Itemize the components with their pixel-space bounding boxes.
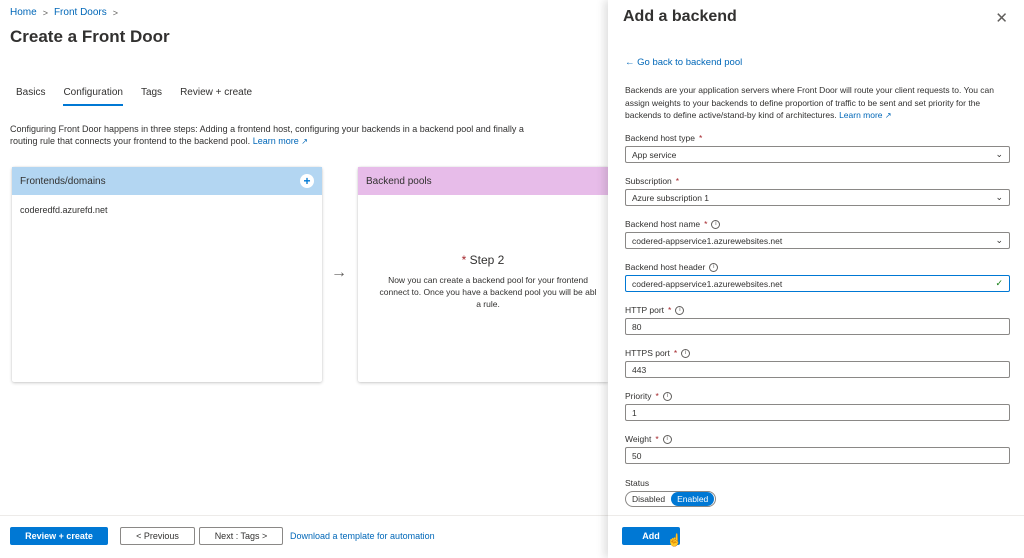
panel-learn-more-link[interactable]: Learn more xyxy=(839,110,882,120)
subscription-select[interactable]: Azure subscription 1 ⌄ xyxy=(625,189,1010,206)
status-enabled-option[interactable]: Enabled xyxy=(671,492,715,506)
page-title: Create a Front Door xyxy=(10,27,170,46)
create-front-door-page: Home > Front Doors > Create a Front Door… xyxy=(0,0,608,558)
backend-pools-header: Backend pools xyxy=(358,167,608,195)
host-name-label: Backend host name * i xyxy=(625,219,721,229)
tab-basics[interactable]: Basics xyxy=(16,87,45,106)
tab-configuration[interactable]: Configuration xyxy=(63,87,123,106)
frontends-card: Frontends/domains + coderedfd.azurefd.ne… xyxy=(12,167,322,382)
step-2-description: Now you can create a backend pool for yo… xyxy=(368,274,608,310)
select-value: codered-appservice1.azurewebsites.net xyxy=(632,235,783,246)
weight-input[interactable]: 50 xyxy=(625,447,1010,464)
step-desc-line: connect to. Once you have a backend pool… xyxy=(379,287,597,297)
http-port-input[interactable]: 80 xyxy=(625,318,1010,335)
tab-review-create[interactable]: Review + create xyxy=(180,87,252,106)
input-value: codered-appservice1.azurewebsites.net xyxy=(632,278,783,289)
label-text: Backend host name xyxy=(625,219,701,229)
app-root: Home > Front Doors > Create a Front Door… xyxy=(0,0,1024,558)
step-label: Step 2 xyxy=(469,253,505,267)
required-marker: * xyxy=(668,305,672,315)
host-type-select[interactable]: App service ⌄ xyxy=(625,146,1010,163)
host-header-input[interactable]: codered-appservice1.azurewebsites.net ✓ xyxy=(625,275,1010,292)
input-value: 443 xyxy=(632,364,647,375)
required-marker: * xyxy=(698,133,703,143)
select-value: Azure subscription 1 xyxy=(632,192,710,203)
external-link-icon: ↗ xyxy=(301,137,308,146)
mouse-cursor-icon: ☝ xyxy=(667,533,682,547)
label-text: Weight xyxy=(625,434,652,444)
tab-bar: Basics Configuration Tags Review + creat… xyxy=(16,87,270,106)
label-text: Backend host type xyxy=(625,133,695,143)
next-tags-button[interactable]: Next : Tags > xyxy=(199,527,283,545)
select-value: App service xyxy=(632,149,677,160)
label-text: Backend host header xyxy=(625,262,706,272)
required-marker: * xyxy=(673,348,678,358)
required-marker: * xyxy=(461,253,467,267)
backend-pools-title: Backend pools xyxy=(366,175,432,187)
info-icon[interactable]: i xyxy=(662,391,672,401)
frontends-header: Frontends/domains + xyxy=(12,167,322,195)
tab-tags[interactable]: Tags xyxy=(141,87,162,106)
step-desc-line: Now you can create a backend pool for yo… xyxy=(388,275,588,285)
add-frontend-icon[interactable]: + xyxy=(300,174,314,188)
priority-input[interactable]: 1 xyxy=(625,404,1010,421)
backend-pools-card: Backend pools * Step 2 Now you can creat… xyxy=(358,167,608,382)
status-toggle[interactable]: Disabled Enabled xyxy=(625,491,717,507)
required-marker: * xyxy=(655,434,659,444)
label-text: Priority xyxy=(625,391,652,401)
breadcrumb: Home > Front Doors > xyxy=(10,7,118,18)
download-template-link[interactable]: Download a template for automation xyxy=(290,531,435,541)
step-2-heading: * Step 2 xyxy=(358,253,608,267)
intro-learn-more-link[interactable]: Learn more xyxy=(253,136,299,146)
label-text: Subscription xyxy=(625,176,672,186)
status-disabled-option[interactable]: Disabled xyxy=(626,492,671,506)
external-link-icon: ↗ xyxy=(884,111,892,120)
panel-desc-text: Backends are your application servers wh… xyxy=(625,85,994,120)
label-text: HTTP port xyxy=(625,305,665,315)
http-port-label: HTTP port * i xyxy=(625,305,685,315)
status-label: Status xyxy=(625,478,649,488)
info-icon[interactable]: i xyxy=(681,348,691,358)
breadcrumb-separator: > xyxy=(42,7,48,18)
required-marker: * xyxy=(655,391,659,401)
back-to-backend-pool-link[interactable]: ← Go back to backend pool xyxy=(625,57,742,68)
input-value: 80 xyxy=(632,321,642,332)
review-create-button[interactable]: Review + create xyxy=(10,527,108,545)
https-port-label: HTTPS port * i xyxy=(625,348,691,358)
input-value: 1 xyxy=(632,407,637,418)
chevron-down-icon: ⌄ xyxy=(995,235,1003,245)
host-type-label: Backend host type * xyxy=(625,133,702,143)
previous-button[interactable]: < Previous xyxy=(120,527,195,545)
breadcrumb-home[interactable]: Home xyxy=(10,7,37,18)
https-port-input[interactable]: 443 xyxy=(625,361,1010,378)
frontend-host-item[interactable]: coderedfd.azurefd.net xyxy=(12,195,322,225)
add-backend-panel: Add a backend ✕ ← Go back to backend poo… xyxy=(608,0,1024,558)
host-name-select[interactable]: codered-appservice1.azurewebsites.net ⌄ xyxy=(625,232,1010,249)
chevron-down-icon: ⌄ xyxy=(995,149,1003,159)
breadcrumb-separator: > xyxy=(112,7,119,18)
arrow-right-icon: → xyxy=(331,264,347,281)
check-icon: ✓ xyxy=(995,278,1003,288)
breadcrumb-front-doors[interactable]: Front Doors xyxy=(54,7,107,18)
info-icon[interactable]: i xyxy=(662,434,672,444)
host-header-label: Backend host header i xyxy=(625,262,719,272)
label-text: HTTPS port xyxy=(625,348,670,358)
weight-label: Weight * i xyxy=(625,434,672,444)
info-icon[interactable]: i xyxy=(709,262,719,272)
panel-description: Backends are your application servers wh… xyxy=(625,84,1010,123)
panel-title: Add a backend xyxy=(623,8,737,25)
subscription-label: Subscription * xyxy=(625,176,679,186)
required-marker: * xyxy=(704,219,708,229)
input-value: 50 xyxy=(632,450,642,461)
info-icon[interactable]: i xyxy=(711,219,721,229)
step-desc-line: a rule. xyxy=(476,299,500,309)
close-icon[interactable]: ✕ xyxy=(995,9,1008,27)
label-text: Status xyxy=(625,478,650,488)
required-marker: * xyxy=(675,176,680,186)
frontends-title: Frontends/domains xyxy=(20,175,106,187)
intro-text: Configuring Front Door happens in three … xyxy=(10,123,530,148)
info-icon[interactable]: i xyxy=(675,305,685,315)
priority-label: Priority * i xyxy=(625,391,672,401)
chevron-down-icon: ⌄ xyxy=(995,192,1003,202)
